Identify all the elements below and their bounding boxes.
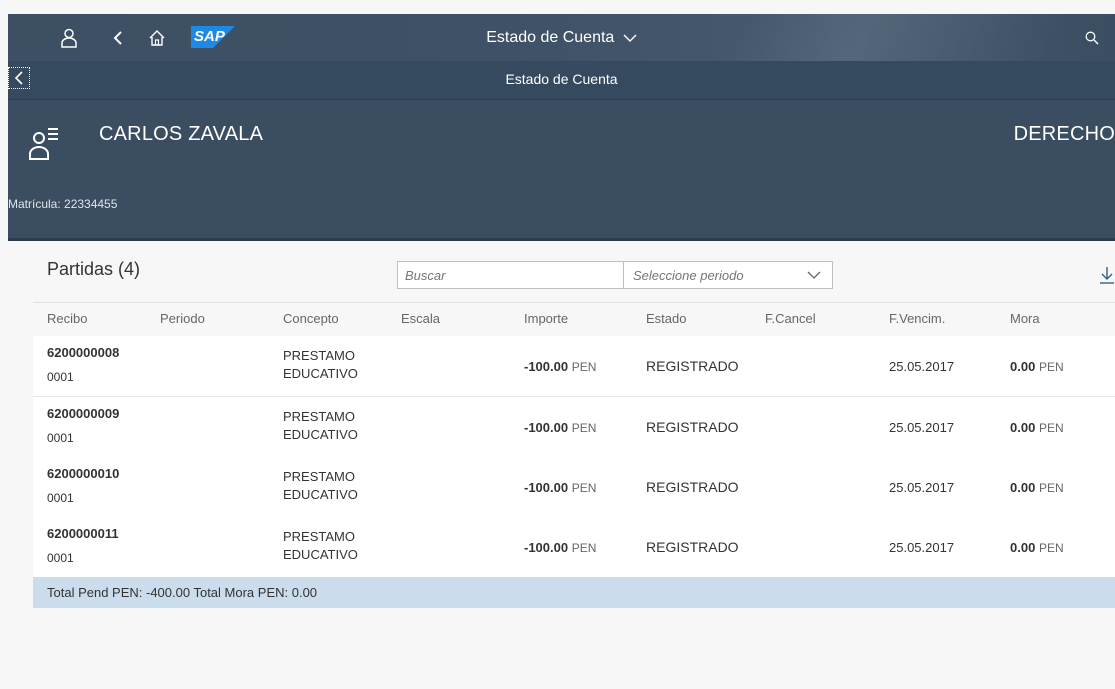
importe-unit: PEN bbox=[571, 481, 597, 495]
person-list-icon bbox=[28, 126, 64, 162]
app-title-menu[interactable]: Estado de Cuenta bbox=[486, 29, 637, 46]
recibo-sub: 0001 bbox=[47, 431, 74, 445]
mora-amount: 0.00 bbox=[1010, 480, 1036, 495]
recibo-number: 6200000009 bbox=[47, 406, 120, 421]
recibo-sub: 0001 bbox=[47, 551, 74, 565]
col-recibo[interactable]: Recibo bbox=[47, 311, 87, 326]
importe-value: -100.00 PEN bbox=[524, 359, 596, 374]
recibo-number: 6200000010 bbox=[47, 466, 120, 481]
table-toolbar: Partidas (4) Buscar Seleccione periodo bbox=[33, 238, 1115, 302]
mora-value: 0.00 PEN bbox=[1010, 420, 1064, 435]
recibo-sub: 0001 bbox=[47, 370, 74, 384]
estado-value: REGISTRADO bbox=[646, 419, 739, 435]
importe-unit: PEN bbox=[571, 541, 597, 555]
mora-value: 0.00 PEN bbox=[1010, 359, 1064, 374]
importe-value: -100.00 PEN bbox=[524, 420, 596, 435]
importe-value: -100.00 PEN bbox=[524, 480, 596, 495]
importe-amount: -100.00 bbox=[524, 359, 569, 374]
table-header-row: Recibo Periodo Concepto Escala Importe E… bbox=[33, 302, 1115, 337]
concepto-line1: PRESTAMO bbox=[283, 469, 355, 484]
period-placeholder: Seleccione periodo bbox=[633, 268, 744, 283]
download-icon[interactable] bbox=[1099, 266, 1115, 289]
concepto-line2: EDUCATIVO bbox=[283, 487, 358, 502]
concepto-line1: PRESTAMO bbox=[283, 529, 355, 544]
concepto-line1: PRESTAMO bbox=[283, 348, 355, 363]
vencim-value: 25.05.2017 bbox=[889, 480, 955, 495]
table-row[interactable]: 6200000009 0001 PRESTAMO EDUCATIVO -100.… bbox=[33, 397, 1115, 458]
mora-value: 0.00 PEN bbox=[1010, 480, 1064, 495]
shell-bar: SAP Estado de Cuenta bbox=[8, 14, 1115, 61]
concepto-line2: EDUCATIVO bbox=[283, 366, 358, 381]
importe-value: -100.00 PEN bbox=[524, 540, 596, 555]
back-icon[interactable] bbox=[106, 14, 130, 61]
chevron-down-icon bbox=[807, 271, 821, 279]
col-mora[interactable]: Mora bbox=[1010, 311, 1040, 326]
col-fcancel[interactable]: F.Cancel bbox=[765, 311, 816, 326]
recibo-sub: 0001 bbox=[47, 491, 74, 505]
table-title: Partidas (4) bbox=[47, 259, 141, 279]
col-estado[interactable]: Estado bbox=[646, 311, 686, 326]
vencim-value: 25.05.2017 bbox=[889, 540, 955, 555]
importe-amount: -100.00 bbox=[524, 480, 569, 495]
sap-logo-text: SAP bbox=[194, 28, 225, 45]
importe-unit: PEN bbox=[571, 421, 597, 435]
user-icon[interactable] bbox=[57, 14, 81, 61]
col-concepto[interactable]: Concepto bbox=[283, 311, 339, 326]
concepto-line1: PRESTAMO bbox=[283, 409, 355, 424]
importe-amount: -100.00 bbox=[524, 420, 569, 435]
totals-text: Total Pend PEN: -400.00 Total Mora PEN: … bbox=[47, 585, 318, 600]
recibo-number: 6200000011 bbox=[47, 526, 119, 541]
mora-unit: PEN bbox=[1038, 541, 1064, 555]
object-header: CARLOS ZAVALA DERECHO Matrícula: 2233445… bbox=[8, 100, 1115, 241]
app-title: Estado de Cuenta bbox=[486, 29, 615, 46]
home-icon[interactable] bbox=[144, 14, 170, 61]
col-importe[interactable]: Importe bbox=[524, 311, 568, 326]
col-fvencim[interactable]: F.Vencim. bbox=[889, 311, 945, 326]
table-footer: Total Pend PEN: -400.00 Total Mora PEN: … bbox=[33, 577, 1115, 608]
search-icon[interactable] bbox=[1081, 14, 1103, 61]
page-title: Estado de Cuenta bbox=[505, 71, 618, 87]
vencim-value: 25.05.2017 bbox=[889, 359, 955, 374]
table-row[interactable]: 6200000011 0001 PRESTAMO EDUCATIVO -100.… bbox=[33, 517, 1115, 578]
importe-unit: PEN bbox=[571, 360, 597, 374]
period-select[interactable]: Seleccione periodo bbox=[623, 261, 833, 289]
mora-value: 0.00 PEN bbox=[1010, 540, 1064, 555]
mora-unit: PEN bbox=[1038, 421, 1064, 435]
estado-value: REGISTRADO bbox=[646, 479, 739, 495]
table-row[interactable]: 6200000010 0001 PRESTAMO EDUCATIVO -100.… bbox=[33, 457, 1115, 518]
search-input[interactable]: Buscar bbox=[397, 261, 654, 289]
importe-amount: -100.00 bbox=[524, 540, 569, 555]
table-row[interactable]: 6200000008 0001 PRESTAMO EDUCATIVO -100.… bbox=[33, 336, 1115, 397]
partidas-table: Partidas (4) Buscar Seleccione periodo R… bbox=[33, 238, 1115, 689]
estado-value: REGISTRADO bbox=[646, 358, 739, 374]
customer-name: CARLOS ZAVALA bbox=[99, 123, 264, 145]
search-placeholder: Buscar bbox=[405, 268, 446, 283]
concepto-line2: EDUCATIVO bbox=[283, 427, 358, 442]
mora-amount: 0.00 bbox=[1010, 540, 1036, 555]
mora-amount: 0.00 bbox=[1010, 359, 1036, 374]
header-right-title: DERECHO bbox=[1013, 123, 1115, 145]
chevron-down-icon bbox=[623, 34, 637, 42]
concepto-line2: EDUCATIVO bbox=[283, 547, 358, 562]
matricula-label: Matrícula: 22334455 bbox=[8, 197, 118, 211]
mora-unit: PEN bbox=[1038, 360, 1064, 374]
recibo-number: 6200000008 bbox=[47, 345, 120, 360]
estado-value: REGISTRADO bbox=[646, 539, 739, 555]
col-periodo[interactable]: Periodo bbox=[160, 311, 205, 326]
page-subheader: Estado de Cuenta bbox=[8, 61, 1115, 100]
shell-sheen bbox=[726, 14, 1064, 61]
col-escala[interactable]: Escala bbox=[401, 311, 440, 326]
mora-unit: PEN bbox=[1038, 481, 1064, 495]
sap-logo[interactable]: SAP bbox=[191, 26, 235, 48]
mora-amount: 0.00 bbox=[1010, 420, 1036, 435]
vencim-value: 25.05.2017 bbox=[889, 420, 955, 435]
